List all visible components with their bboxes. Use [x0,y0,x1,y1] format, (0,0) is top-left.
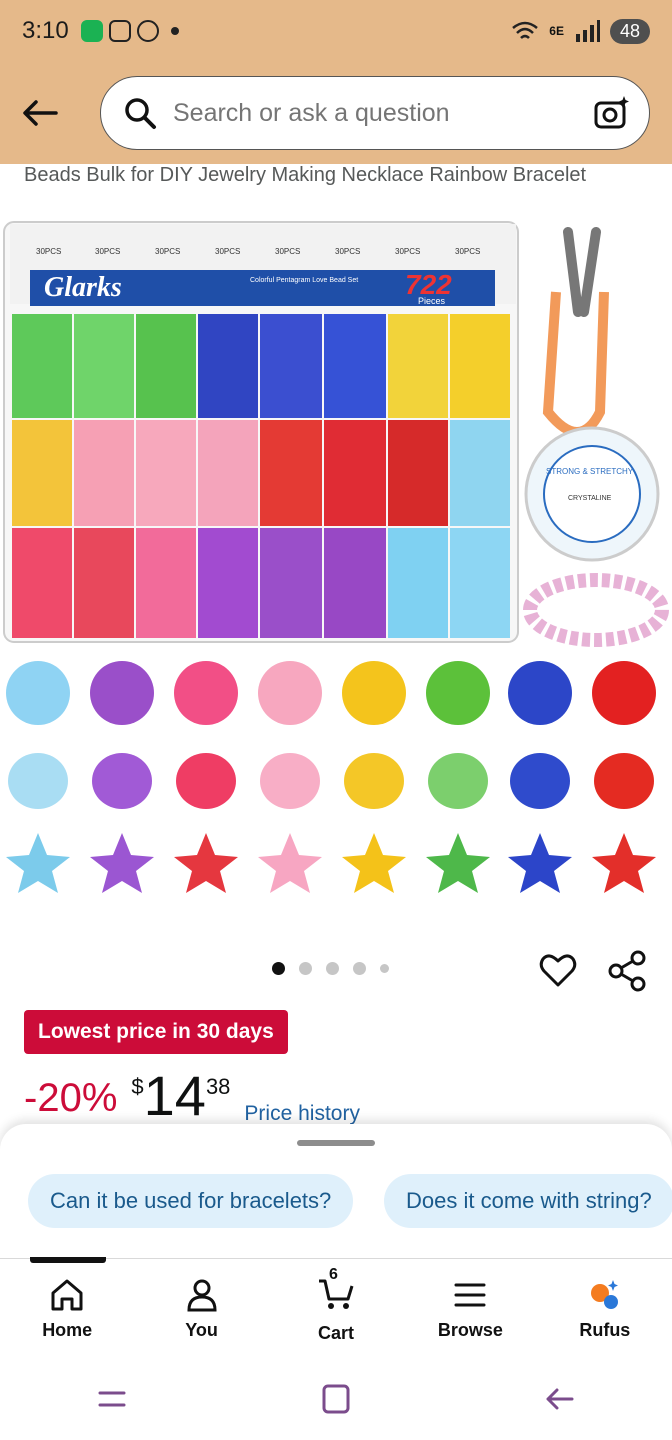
system-nav-bar [0,1358,672,1440]
star-beads-row [6,833,656,893]
price-currency: $ [131,1074,144,1099]
nav-label: You [185,1320,218,1340]
camera-search-icon[interactable] [593,94,631,132]
discount-percent: -20% [24,1076,118,1120]
svg-text:30PCS: 30PCS [395,247,420,256]
nav-item-home[interactable]: Home [0,1259,134,1358]
product-title: Beads Bulk for DIY Jewelry Making Neckla… [24,164,587,186]
header [0,62,672,164]
person-icon [187,1279,217,1312]
nav-label: Browse [437,1320,503,1340]
carousel-dot[interactable] [299,962,312,975]
cart-count-badge: 6 [329,1265,338,1283]
bracelet-illustration [523,573,669,647]
svg-text:30PCS: 30PCS [275,247,300,256]
search-box[interactable] [100,76,650,150]
bead-compartments [12,314,510,638]
suggestion-chip[interactable]: Does it come with string? [384,1174,672,1228]
battery-indicator: 48 [609,18,650,44]
loose-beads-illustration [6,661,656,893]
system-back-icon[interactable] [538,1377,582,1421]
svg-text:30PCS: 30PCS [215,247,240,256]
back-arrow-icon[interactable] [20,98,60,128]
price-whole: 14 [143,1064,206,1127]
active-tab-indicator [30,1257,106,1263]
svg-text:30PCS: 30PCS [455,247,480,256]
price-row: -20% $ 14 38 Price history [24,1068,360,1126]
nav-item-rufus[interactable]: Rufus [538,1259,672,1358]
wishlist-heart-icon[interactable] [538,950,578,990]
suggestion-chip[interactable]: Can it be used for bracelets? [28,1174,354,1228]
nav-item-you[interactable]: You [134,1259,268,1358]
signal-icon [575,20,600,42]
pieces-label: Pieces [418,296,446,306]
nav-item-cart[interactable]: 6 Cart [269,1259,403,1358]
more-notifications-icon [170,27,179,35]
scissors-illustration [542,227,609,437]
nav-label: Cart [318,1322,355,1343]
bottom-nav: Home You 6 Cart Browse Rufus [0,1257,672,1358]
status-time: 3:10 [22,17,69,44]
deal-badge: Lowest price in 30 days [24,1010,288,1054]
price-history-link[interactable]: Price history [244,1102,360,1126]
nav-label: Home [42,1320,93,1340]
price-fraction: 38 [205,1074,231,1099]
carousel-dot[interactable] [353,962,366,975]
menu-icon [454,1283,486,1307]
carousel-dot[interactable] [380,964,389,973]
string-brand: CRYSTALINE [568,495,612,502]
target-icon [136,20,159,42]
carousel-dot[interactable] [326,962,339,975]
round-beads-row [6,661,656,725]
recent-apps-icon[interactable] [90,1377,134,1421]
elastic-string-illustration: STRONG & STRETCHY CRYSTALINE [524,426,660,562]
home-button-icon[interactable] [314,1377,358,1421]
heart-beads-row [8,753,654,809]
carousel-dot[interactable] [272,962,285,975]
svg-text:30PCS: 30PCS [155,247,180,256]
string-label: STRONG & STRETCHY [546,467,634,476]
nav-label: Rufus [579,1320,631,1340]
app-notification-icon [80,20,103,42]
set-name: Colorful Pentagram Love Bead Set [250,277,358,284]
status-bar: 3:10 6E 48 [0,0,672,62]
brand-logo: Glarks [44,272,122,303]
share-icon[interactable] [606,950,648,992]
bead-box-illustration: Glarks 722 Pieces Colorful Pentagram Lov… [3,221,669,647]
home-icon [51,1279,83,1311]
svg-text:30PCS: 30PCS [335,247,360,256]
image-carousel-dots[interactable] [272,962,389,975]
sheet-drag-handle[interactable] [297,1140,375,1146]
product-image[interactable]: Glarks 722 Pieces Colorful Pentagram Lov… [0,212,672,912]
svg-text:30PCS: 30PCS [95,247,120,256]
screenshot-icon [108,20,131,42]
nav-item-browse[interactable]: Browse [403,1259,537,1358]
network-label: 6E [549,24,564,38]
wifi-icon [512,21,539,39]
search-icon [125,98,156,129]
search-input[interactable] [173,98,593,128]
rufus-icon [590,1280,618,1309]
svg-text:30PCS: 30PCS [36,247,61,256]
